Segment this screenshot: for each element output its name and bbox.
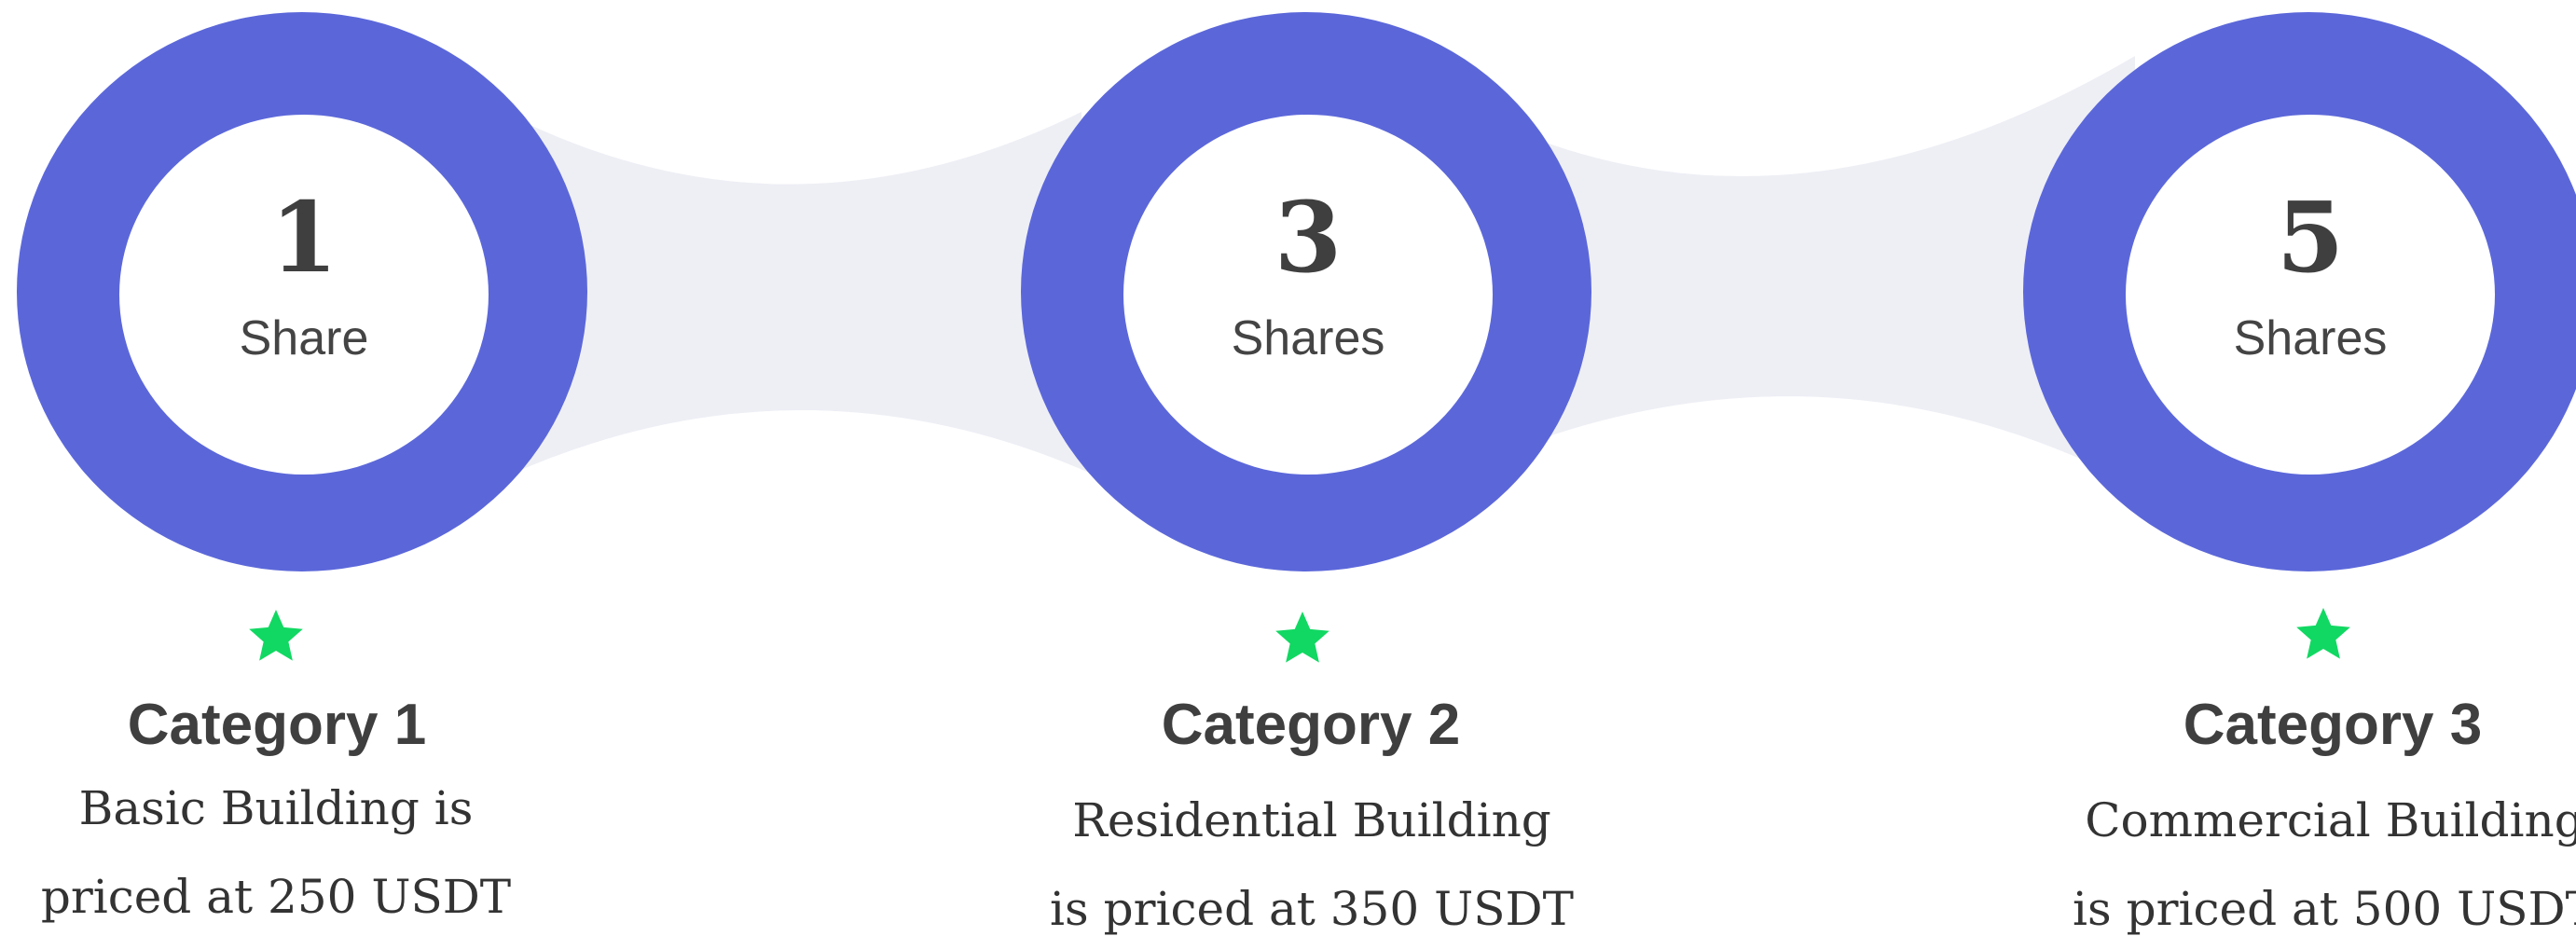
category-description-line-1: Residential Building — [1072, 793, 1551, 847]
share-count: 3 — [1274, 180, 1343, 295]
share-count: 5 — [2276, 180, 2345, 295]
share-unit-label: Shares — [2233, 311, 2388, 365]
category-description-line-2: is priced at 350 USDT — [1050, 882, 1574, 936]
step-ring-inner-2: 3 Shares — [1123, 115, 1493, 475]
star-icon — [249, 610, 303, 661]
category-description-line-2: priced at 250 USDT — [40, 870, 512, 924]
connector-band-1-2 — [508, 112, 1095, 475]
category-description-line-2: is priced at 500 USDT — [2073, 882, 2576, 936]
share-unit-label: Share — [239, 311, 369, 365]
category-title: Category 3 — [2183, 693, 2483, 757]
share-count: 1 — [269, 180, 338, 295]
step-ring-inner-1: 1 Share — [119, 115, 489, 475]
share-unit-label: Shares — [1231, 311, 1385, 365]
star-icon — [1275, 612, 1329, 663]
category-title: Category 1 — [127, 693, 427, 757]
star-icon — [2296, 608, 2350, 659]
pricing-steps: 1 Share Category 1 Basic Building is pri… — [0, 0, 2576, 936]
step-ring-2: 3 Shares — [1021, 12, 1591, 571]
category-description-line-1: Basic Building is — [78, 781, 474, 835]
category-title: Category 2 — [1161, 693, 1461, 757]
step-ring-3: 5 Shares — [2023, 12, 2576, 571]
step-ring-inner-3: 5 Shares — [2126, 115, 2495, 475]
step-ring-1: 1 Share — [17, 12, 587, 571]
category-description-line-1: Commercial Building — [2085, 793, 2576, 847]
